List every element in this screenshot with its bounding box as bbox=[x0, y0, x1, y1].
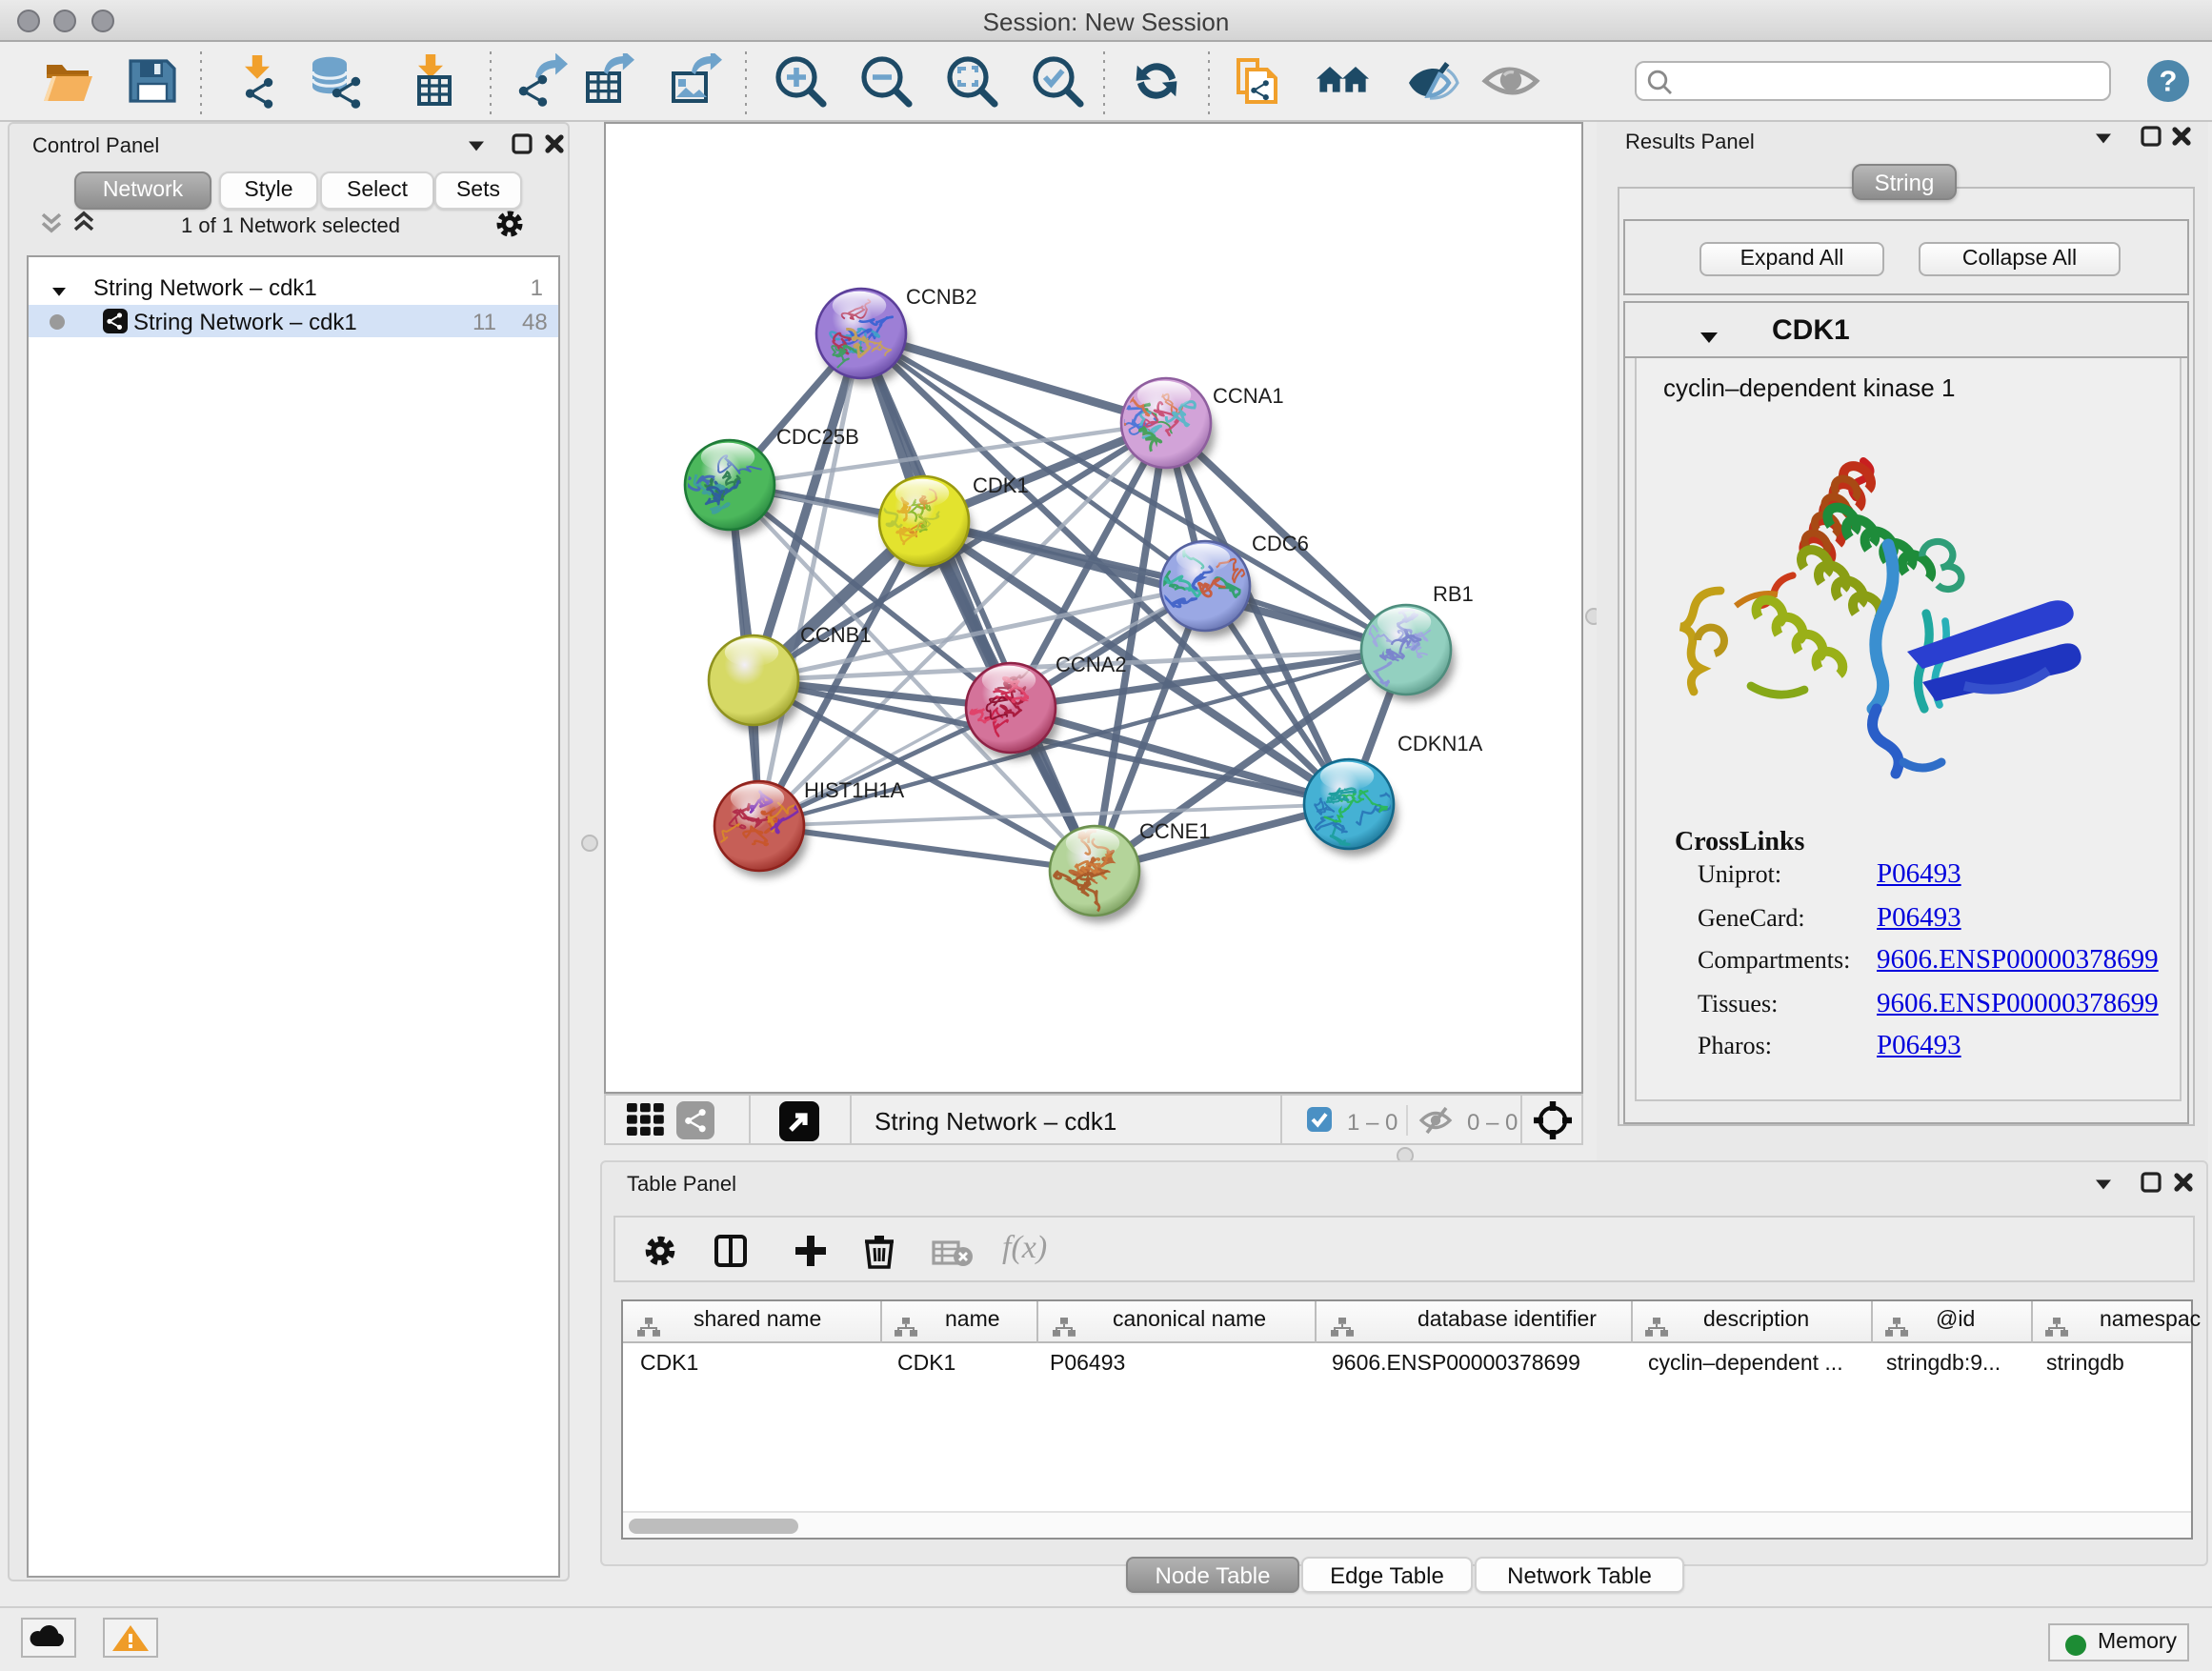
svg-text:CCNA2: CCNA2 bbox=[1056, 653, 1127, 676]
svg-text:RB1: RB1 bbox=[1433, 582, 1474, 606]
svg-text:CCNB1: CCNB1 bbox=[800, 623, 872, 647]
svg-text:CCNA1: CCNA1 bbox=[1213, 384, 1284, 408]
svg-text:?: ? bbox=[2160, 65, 2178, 98]
svg-text:CDC6: CDC6 bbox=[1252, 532, 1309, 555]
svg-text:CDC25B: CDC25B bbox=[776, 425, 859, 449]
svg-text:CDK1: CDK1 bbox=[973, 473, 1029, 497]
svg-text:CCNB2: CCNB2 bbox=[906, 285, 977, 309]
svg-text:HIST1H1A: HIST1H1A bbox=[804, 778, 904, 802]
svg-text:CCNE1: CCNE1 bbox=[1139, 819, 1211, 843]
svg-text:CDKN1A: CDKN1A bbox=[1398, 732, 1483, 755]
